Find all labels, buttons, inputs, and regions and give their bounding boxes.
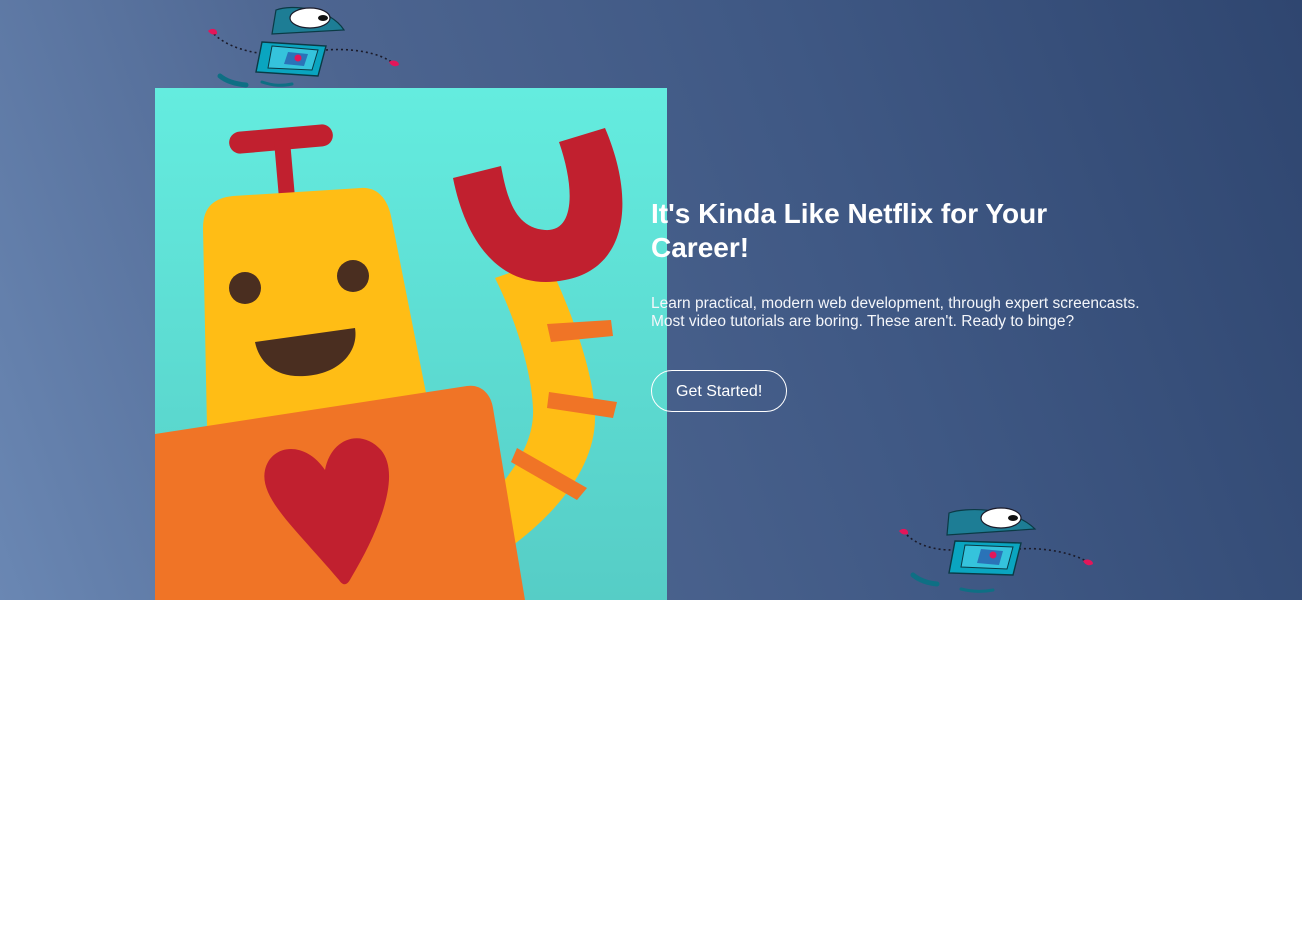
hero-copy: It's Kinda Like Netflix for Your Career!… (651, 197, 1141, 412)
flying-mascot-bottom (899, 507, 1093, 593)
hero-title: It's Kinda Like Netflix for Your Career! (651, 198, 1048, 263)
waving-robot-illustration (155, 88, 667, 600)
flying-mascot-top (208, 6, 399, 88)
hero-description: Learn practical, modern web development,… (651, 295, 1140, 330)
hero-section: It's Kinda Like Netflix for Your Career!… (0, 0, 1302, 600)
hero-illustration (155, 88, 667, 600)
get-started-button[interactable]: Get Started! (651, 370, 788, 412)
